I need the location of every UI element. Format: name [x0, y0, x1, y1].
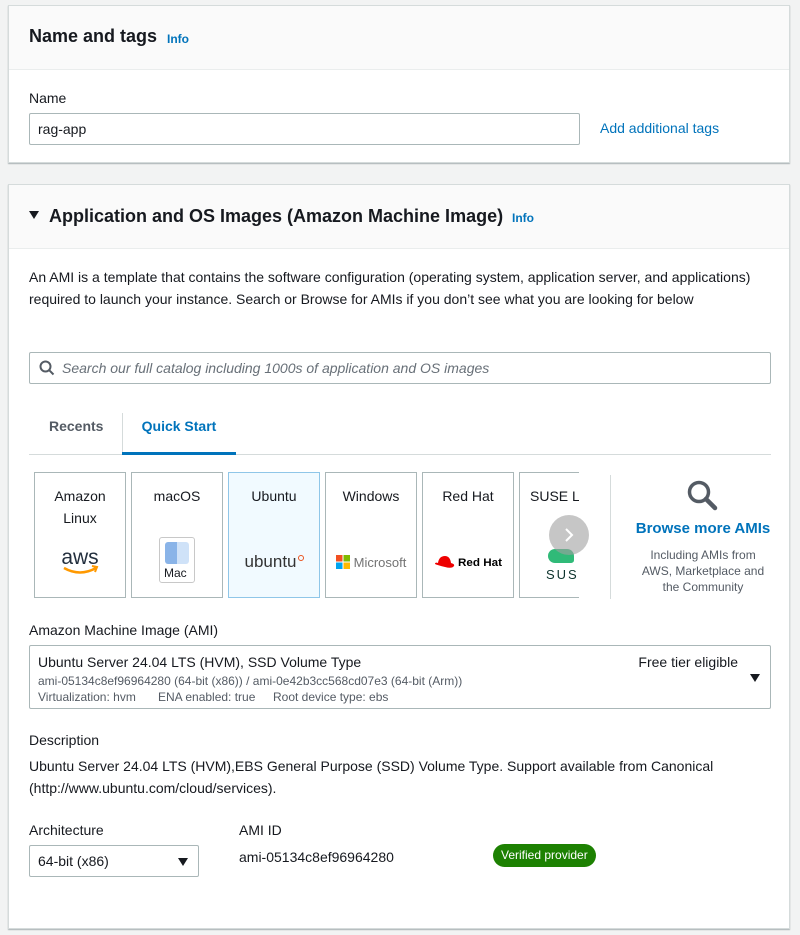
os-card-label: Windows	[342, 488, 400, 504]
name-and-tags-title: Name and tags	[29, 26, 158, 46]
name-label: Name	[29, 90, 67, 106]
mac-finder-icon: Mac	[159, 537, 195, 583]
tab-quick-start[interactable]: Quick Start	[122, 411, 236, 455]
carousel-next-button[interactable]	[549, 515, 589, 555]
ubuntu-wordmark: ubuntu	[244, 552, 297, 571]
redhat-wordmark: Red Hat	[458, 557, 502, 569]
browse-more-amis-link[interactable]: Browse more AMIs	[615, 520, 791, 537]
suse-wordmark: SUSE	[546, 567, 579, 582]
name-and-tags-header: Name and tags Info	[9, 6, 789, 70]
name-input[interactable]: rag-app	[29, 113, 580, 145]
browse-more-amis[interactable]: Browse more AMIs Including AMIs from AWS…	[615, 479, 791, 595]
ami-virtualization: Virtualization: hvm	[38, 690, 136, 704]
ami-search-placeholder: Search our full catalog including 1000s …	[62, 360, 490, 376]
ami-id-value: ami-05134c8ef96964280	[239, 849, 394, 865]
architecture-label: Architecture	[29, 822, 104, 838]
description-label: Description	[29, 732, 100, 748]
os-card-label: SUSE Li	[530, 488, 579, 504]
collapse-caret-icon[interactable]	[29, 211, 39, 219]
aws-logo-icon: aws	[35, 547, 125, 577]
ubuntu-circle-icon	[297, 555, 304, 561]
browse-more-subtitle: Including AMIs from AWS, Marketplace and…	[641, 548, 765, 594]
redhat-logo: Red Hat	[423, 547, 513, 577]
os-card-label: Ubuntu	[251, 488, 297, 504]
os-card-label: Red Hat	[442, 488, 494, 504]
microsoft-squares-icon	[335, 555, 350, 569]
ami-tabs: Recents Quick Start	[29, 411, 771, 455]
browse-search-icon	[687, 480, 718, 511]
verified-provider-badge: Verified provider	[493, 844, 596, 867]
ami-section-title: Application and OS Images (Amazon Machin…	[49, 206, 504, 226]
ami-ena: ENA enabled: true	[158, 690, 256, 704]
os-card-red-hat[interactable]: Red Hat Red Hat	[422, 472, 514, 598]
description-text: Ubuntu Server 24.04 LTS (HVM),EBS Genera…	[29, 758, 714, 796]
finder-face-icon	[165, 542, 189, 564]
architecture-value: 64-bit (x86)	[38, 853, 109, 869]
microsoft-logo: Microsoft	[326, 547, 416, 577]
ami-name: Ubuntu Server 24.04 LTS (HVM), SSD Volum…	[38, 654, 362, 670]
ami-section-header[interactable]: Application and OS Images (Amazon Machin…	[9, 185, 789, 249]
os-card-windows[interactable]: Windows Microsoft	[325, 472, 417, 598]
name-and-tags-info-link[interactable]: Info	[167, 32, 189, 46]
mac-logo-label: Mac	[164, 566, 187, 580]
ubuntu-logo: ubuntu	[229, 547, 319, 577]
os-card-label: Amazon Linux	[54, 488, 106, 526]
name-input-value: rag-app	[38, 121, 87, 137]
os-card-label: macOS	[153, 488, 201, 504]
svg-text:Red Hat: Red Hat	[458, 557, 502, 569]
architecture-select[interactable]: 64-bit (x86)	[29, 845, 199, 877]
ami-search-input[interactable]: Search our full catalog including 1000s …	[29, 352, 771, 384]
os-card-amazon-linux[interactable]: Amazon Linux aws	[34, 472, 126, 598]
chevron-right-icon	[565, 528, 574, 542]
ami-section-info-link[interactable]: Info	[512, 211, 534, 225]
ami-ids: ami-05134c8ef96964280 (64-bit (x86)) / a…	[38, 674, 463, 688]
add-additional-tags-link[interactable]: Add additional tags	[600, 120, 719, 136]
ami-description: An AMI is a template that contains the s…	[29, 269, 751, 307]
ami-select[interactable]: Ubuntu Server 24.04 LTS (HVM), SSD Volum…	[29, 645, 771, 709]
redhat-hat-icon	[435, 556, 455, 568]
cards-divider	[610, 475, 611, 599]
ami-label: Amazon Machine Image (AMI)	[29, 622, 219, 638]
free-tier-label: Free tier eligible	[638, 654, 738, 670]
os-card-macos[interactable]: macOS Mac	[131, 472, 223, 598]
application-os-images-panel: Application and OS Images (Amazon Machin…	[8, 184, 790, 929]
microsoft-wordmark: Microsoft	[353, 554, 407, 570]
os-card-ubuntu[interactable]: Ubuntu ubuntu	[228, 472, 320, 598]
name-and-tags-panel: Name and tags Info Name rag-app Add addi…	[8, 5, 790, 163]
ami-root-device: Root device type: ebs	[273, 690, 389, 704]
search-icon	[39, 360, 55, 376]
tab-recents[interactable]: Recents	[49, 411, 103, 455]
ami-id-label: AMI ID	[239, 822, 282, 838]
dropdown-caret-icon	[178, 858, 188, 866]
dropdown-caret-icon	[750, 674, 760, 682]
